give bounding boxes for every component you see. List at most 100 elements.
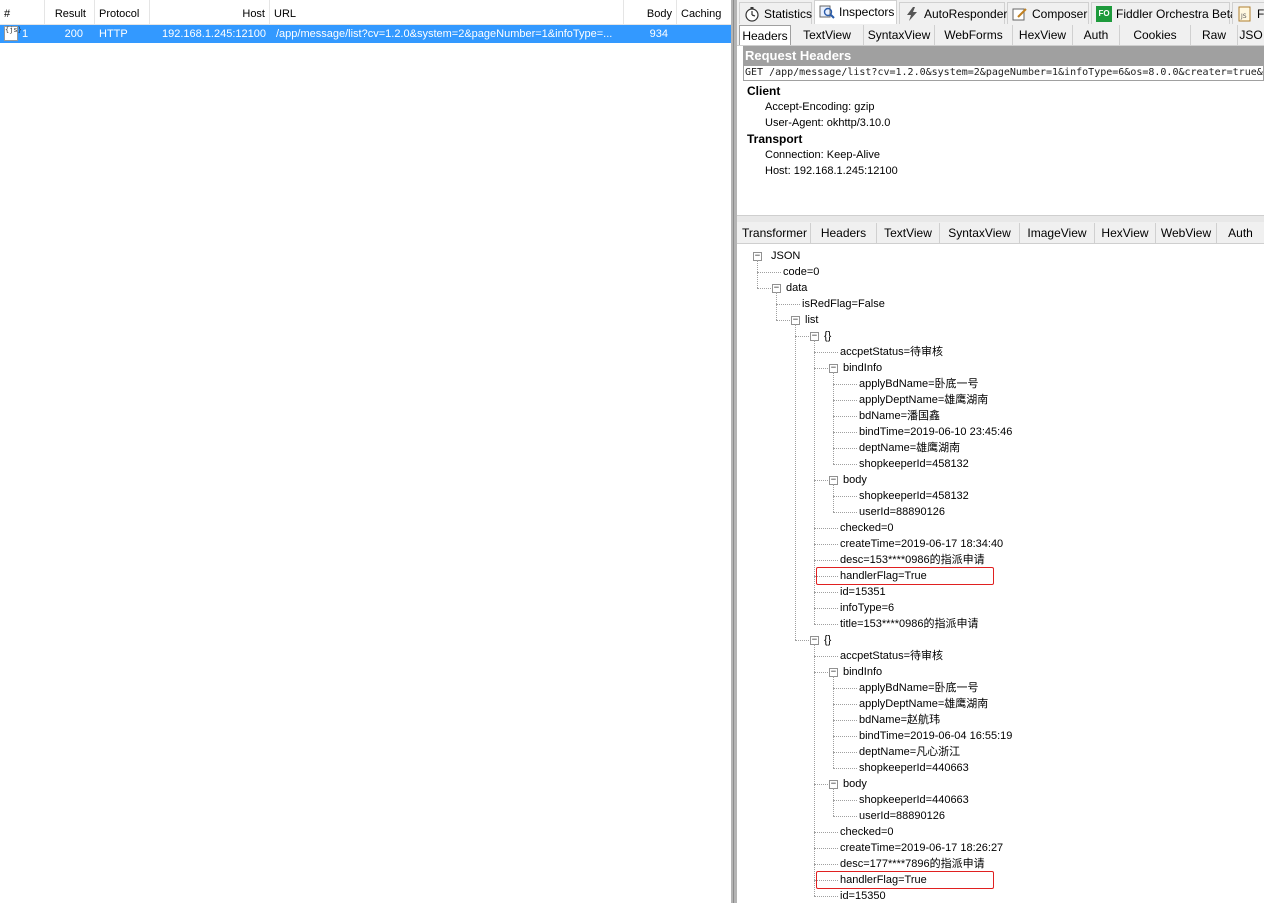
tree-node[interactable]: JSON [771,248,800,264]
header-group-transport[interactable]: Transport [747,132,802,146]
tree-node[interactable]: data [786,280,807,296]
col-header-body[interactable]: Body [624,0,677,24]
resp-tab-transformer[interactable]: Transformer [739,223,811,243]
tree-node[interactable]: shopkeeperId=440663 [859,792,969,808]
tree-node[interactable]: accpetStatus=待审核 [840,648,943,664]
tree-node[interactable]: {} [824,632,831,648]
json-tree[interactable]: − JSON code=0− data isRedFlag=False − list −{} a… [737,244,1264,903]
tree-connector [833,816,857,817]
header-user-agent[interactable]: User-Agent: okhttp/3.10.0 [765,117,890,129]
req-tab-textview[interactable]: TextView [791,25,864,45]
tree-node[interactable]: shopkeeperId=458132 [859,456,969,472]
header-host[interactable]: Host: 192.168.1.245:12100 [765,165,898,177]
tree-node[interactable]: checked=0 [840,520,894,536]
header-connection[interactable]: Connection: Keep-Alive [765,149,880,161]
resp-tab-headers[interactable]: Headers [811,223,877,243]
tree-node[interactable]: isRedFlag=False [802,296,885,312]
tree-node[interactable]: bindInfo [843,360,882,376]
tree-node[interactable]: shopkeeperId=458132 [859,488,969,504]
tree-node[interactable]: userId=88890126 [859,504,945,520]
tree-connector [757,260,758,288]
tree-node[interactable]: createTime=2019-06-17 18:26:27 [840,840,1003,856]
tab-fiddler-orchestra[interactable]: FO Fiddler Orchestra Beta [1091,2,1237,24]
tree-node[interactable]: bindTime=2019-06-04 16:55:19 [859,728,1012,744]
tree-node[interactable]: accpetStatus=待审核 [840,344,943,360]
col-header-url[interactable]: URL [270,0,624,24]
col-header-caching[interactable]: Caching [677,0,731,24]
tab-autoresponder-label: AutoResponder [924,7,1008,21]
tree-connector [833,384,857,385]
resp-tab-hexview[interactable]: HexView [1095,223,1156,243]
header-accept-encoding[interactable]: Accept-Encoding: gzip [765,101,874,113]
tree-connector [795,324,796,640]
req-tab-syntaxview[interactable]: SyntaxView [864,25,935,45]
tree-connector [833,800,857,801]
session-id: 1 [22,28,29,40]
resp-tab-webview[interactable]: WebView [1156,223,1217,243]
col-header-number[interactable]: # [0,0,45,24]
tree-connector [833,416,857,417]
tree-connector [814,624,838,625]
req-tab-headers[interactable]: Headers [739,25,791,45]
sessions-list[interactable]: # Result Protocol Host URL Body Caching … [0,0,731,903]
tree-node[interactable]: createTime=2019-06-17 18:34:40 [840,536,1003,552]
resp-tab-textview[interactable]: TextView [877,223,940,243]
tree-node[interactable]: id=15351 [840,584,886,600]
tree-node[interactable]: list [805,312,818,328]
stopwatch-icon [744,6,760,22]
tab-fiddlerscript-label: F [1257,7,1264,21]
tree-node[interactable]: bindInfo [843,664,882,680]
tree-connector [814,544,838,545]
tree-node[interactable]: body [843,472,867,488]
resp-tab-auth[interactable]: Auth [1217,223,1264,243]
tree-node[interactable]: title=153****0986的指派申请 [840,616,979,632]
col-header-host[interactable]: Host [150,0,270,24]
tree-connector [833,432,857,433]
resp-tab-imageview[interactable]: ImageView [1020,223,1095,243]
req-tab-hexview[interactable]: HexView [1013,25,1073,45]
tree-node[interactable]: body [843,776,867,792]
tree-node[interactable]: applyDeptName=雄鹰湖南 [859,392,988,408]
col-header-protocol[interactable]: Protocol [95,0,150,24]
json-file-icon: {js} [4,26,22,41]
session-row[interactable]: {js} 1 200 HTTP 192.168.1.245:12100 /app… [0,25,731,43]
tree-connector [814,864,838,865]
req-tab-auth[interactable]: Auth [1073,25,1120,45]
tree-node[interactable]: applyDeptName=雄鹰湖南 [859,696,988,712]
tree-connector [833,496,857,497]
tree-node[interactable]: desc=153****0986的指派申请 [840,552,985,568]
tree-connector [814,656,838,657]
req-tab-cookies[interactable]: Cookies [1120,25,1191,45]
tree-connector [776,292,777,320]
tab-composer[interactable]: Composer [1007,2,1089,24]
tree-node[interactable]: deptName=凡心浙江 [859,744,960,760]
tree-node[interactable]: applyBdName=卧底一号 [859,680,979,696]
req-tab-json[interactable]: JSO [1238,25,1264,45]
tree-node[interactable]: userId=88890126 [859,808,945,824]
tab-autoresponder[interactable]: AutoResponder [899,2,1008,24]
tree-node[interactable]: infoType=6 [840,600,894,616]
tab-inspectors[interactable]: Inspectors [814,0,897,25]
tree-node[interactable]: bindTime=2019-06-10 23:45:46 [859,424,1012,440]
tab-fiddlerscript[interactable]: JS F [1232,2,1264,24]
header-group-client[interactable]: Client [747,84,780,98]
tree-node[interactable]: desc=177****7896的指派申请 [840,856,985,872]
tree-node[interactable]: deptName=雄鹰湖南 [859,440,960,456]
tree-node[interactable]: checked=0 [840,824,894,840]
tree-node[interactable]: id=15350 [840,888,886,903]
tree-connector [833,372,834,464]
tree-node[interactable]: applyBdName=卧底一号 [859,376,979,392]
tree-node[interactable]: shopkeeperId=440663 [859,760,969,776]
req-tab-raw[interactable]: Raw [1191,25,1238,45]
tree-node[interactable]: bdName=赵航玮 [859,712,940,728]
fo-icon: FO [1096,6,1112,22]
tree-node[interactable]: bdName=潘国鑫 [859,408,940,424]
tree-node[interactable]: code=0 [783,264,819,280]
request-line[interactable]: GET /app/message/list?cv=1.2.0&system=2&… [743,65,1264,81]
tree-node[interactable]: {} [824,328,831,344]
col-header-result[interactable]: Result [45,0,95,24]
tree-connector [814,832,838,833]
resp-tab-syntaxview[interactable]: SyntaxView [940,223,1020,243]
req-tab-webforms[interactable]: WebForms [935,25,1013,45]
tab-statistics[interactable]: Statistics [739,2,812,24]
